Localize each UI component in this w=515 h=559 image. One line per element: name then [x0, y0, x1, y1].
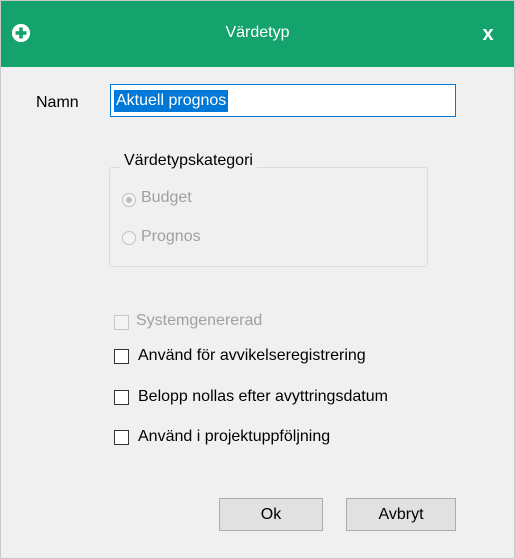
close-button[interactable]: x — [475, 21, 501, 47]
checkbox-belopp-nollas-label: Belopp nollas efter avyttringsdatum — [138, 388, 388, 405]
radio-budget[interactable] — [122, 193, 136, 207]
ok-button[interactable]: Ok — [219, 498, 323, 531]
checkbox-avvikelseregistrering-label: Använd för avvikelseregistrering — [138, 347, 366, 364]
checkbox-belopp-nollas[interactable] — [114, 390, 129, 405]
radio-budget-label: Budget — [141, 189, 192, 206]
cancel-button[interactable]: Avbryt — [346, 498, 456, 531]
category-groupbox — [109, 167, 428, 267]
name-input[interactable]: Aktuell prognos — [110, 84, 456, 117]
name-input-value: Aktuell prognos — [114, 90, 229, 112]
window-title: Värdetyp — [225, 24, 290, 41]
dialog-window: Värdetyp x Namn Aktuell prognos Värdetyp… — [0, 0, 515, 559]
name-label: Namn — [36, 94, 79, 111]
category-legend: Värdetypskategori — [120, 152, 257, 170]
checkbox-projektuppfoljning[interactable] — [114, 430, 129, 445]
checkbox-projektuppfoljning-label: Använd i projektuppföljning — [138, 428, 331, 445]
title-bar: Värdetyp x — [1, 1, 514, 67]
checkbox-systemgenererad[interactable] — [114, 315, 129, 330]
checkbox-avvikelseregistrering[interactable] — [114, 349, 129, 364]
radio-prognos[interactable] — [122, 231, 136, 245]
radio-prognos-label: Prognos — [141, 228, 201, 245]
checkbox-systemgenererad-label: Systemgenererad — [136, 312, 263, 329]
